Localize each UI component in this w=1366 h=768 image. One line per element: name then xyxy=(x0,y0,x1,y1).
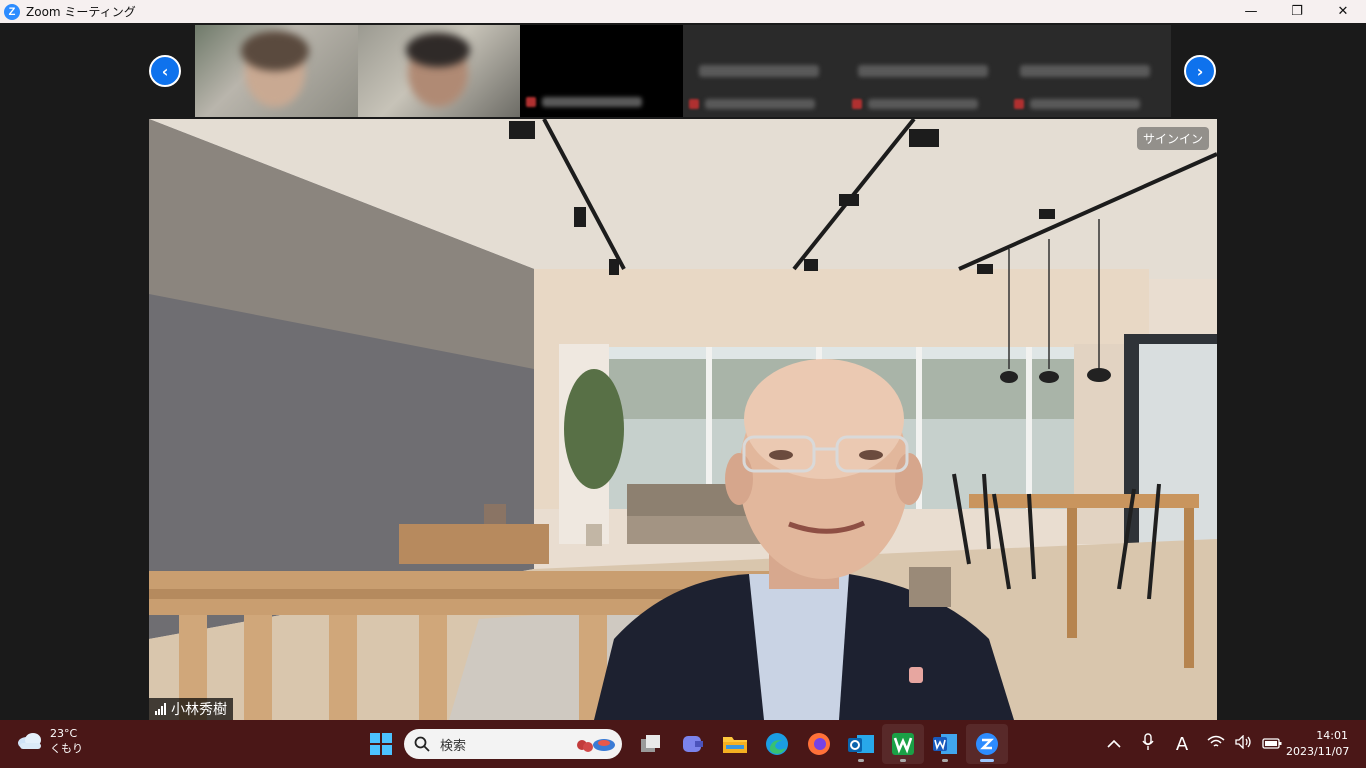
edge-button[interactable] xyxy=(756,724,798,764)
outlook-icon xyxy=(848,735,874,753)
participant-thumbnail[interactable] xyxy=(520,25,684,117)
participant-thumbnail-strip xyxy=(195,25,1172,117)
search-placeholder: 検索 xyxy=(440,738,467,754)
participant-thumbnail[interactable] xyxy=(1008,25,1172,117)
running-indicator xyxy=(980,759,994,762)
minimize-button[interactable]: — xyxy=(1228,0,1274,23)
cloud-icon xyxy=(18,733,41,749)
weather-condition: くもり xyxy=(50,742,83,755)
wps-icon xyxy=(892,733,914,755)
participant-hair xyxy=(405,33,470,67)
microphone-button[interactable] xyxy=(1136,733,1160,755)
meeting-area: ‹ › サインイン 小林秀樹 xyxy=(0,23,1366,720)
system-clock[interactable]: 14:01 2023/11/07 xyxy=(1286,728,1366,760)
muted-icon xyxy=(851,99,862,109)
speaker-icon xyxy=(1235,734,1251,750)
windows-start-icon xyxy=(370,733,392,755)
participant-name xyxy=(699,65,820,77)
firefox-button[interactable] xyxy=(798,724,840,764)
file-explorer-button[interactable] xyxy=(714,724,756,764)
word-icon xyxy=(933,734,957,754)
participant-name xyxy=(1030,99,1141,109)
signin-button[interactable]: サインイン xyxy=(1136,127,1209,150)
taskbar: 23°C くもり 検索 A 14:01 2023/11/07 xyxy=(0,720,1366,768)
weather-widget[interactable]: 23°C くもり xyxy=(16,726,83,756)
edge-icon xyxy=(766,733,788,755)
firefox-icon xyxy=(808,733,830,755)
participant-thumbnail[interactable] xyxy=(683,25,846,117)
clock-time: 14:01 xyxy=(1316,729,1348,742)
speaker-name-tag: 小林秀樹 xyxy=(149,698,233,720)
participant-thumbnail[interactable] xyxy=(845,25,1009,117)
participant-thumbnail[interactable] xyxy=(195,25,358,117)
zoom-icon xyxy=(976,733,998,755)
folder-icon xyxy=(723,737,747,753)
participant-name xyxy=(705,99,816,109)
window-controls: — ❐ ✕ xyxy=(1228,0,1366,23)
outlook-button[interactable] xyxy=(840,724,882,764)
search-icon xyxy=(414,736,430,752)
participant-hair xyxy=(241,31,309,71)
participant-name xyxy=(867,99,978,109)
running-indicator xyxy=(858,759,864,762)
wifi-icon xyxy=(1207,735,1225,747)
ime-indicator[interactable]: A xyxy=(1170,734,1194,755)
microphone-icon xyxy=(1142,733,1154,750)
participant-thumbnail[interactable] xyxy=(357,25,521,117)
taskbar-apps: 検索 xyxy=(360,724,1008,764)
zoom-logo-icon: Z xyxy=(4,3,20,20)
system-tray: A 14:01 2023/11/07 xyxy=(1100,720,1366,768)
search-highlight-icon xyxy=(577,739,615,752)
start-button[interactable] xyxy=(360,724,402,764)
teams-icon xyxy=(683,736,703,752)
muted-icon xyxy=(1014,99,1025,109)
active-speaker-video[interactable]: サインイン 小林秀樹 xyxy=(149,119,1217,720)
title-bar: Z Zoom ミーティング — ❐ ✕ xyxy=(0,0,1366,23)
wps-button[interactable] xyxy=(882,724,924,764)
virtual-background xyxy=(149,119,1217,720)
chevron-up-icon xyxy=(1107,739,1121,748)
zoom-button[interactable] xyxy=(966,724,1008,764)
volume-button[interactable] xyxy=(1232,734,1256,753)
running-indicator xyxy=(900,759,906,762)
thumbnail-prev-button[interactable]: ‹ xyxy=(149,55,181,87)
weather-temperature: 23°C xyxy=(50,727,78,740)
battery-icon xyxy=(1262,738,1282,749)
participant-name xyxy=(857,65,988,77)
teams-button[interactable] xyxy=(672,724,714,764)
network-button[interactable] xyxy=(1204,735,1228,753)
restore-button[interactable]: ❐ xyxy=(1274,0,1320,23)
task-view-icon xyxy=(641,735,660,752)
muted-icon xyxy=(689,99,700,109)
participant-name xyxy=(1020,65,1151,77)
running-indicator xyxy=(942,759,948,762)
thumbnail-next-button[interactable]: › xyxy=(1184,55,1216,87)
close-button[interactable]: ✕ xyxy=(1320,0,1366,23)
word-button[interactable] xyxy=(924,724,966,764)
show-hidden-icons-button[interactable] xyxy=(1102,735,1126,753)
speaker-name: 小林秀樹 xyxy=(171,702,227,718)
battery-button[interactable] xyxy=(1260,735,1284,753)
taskbar-search-box[interactable]: 検索 xyxy=(404,729,622,759)
muted-icon xyxy=(526,97,537,107)
clock-date: 2023/11/07 xyxy=(1286,745,1350,758)
task-view-button[interactable] xyxy=(630,724,672,764)
participant-name xyxy=(542,97,643,107)
window-title: Zoom ミーティング xyxy=(26,5,136,19)
signal-strength-icon xyxy=(155,703,166,715)
